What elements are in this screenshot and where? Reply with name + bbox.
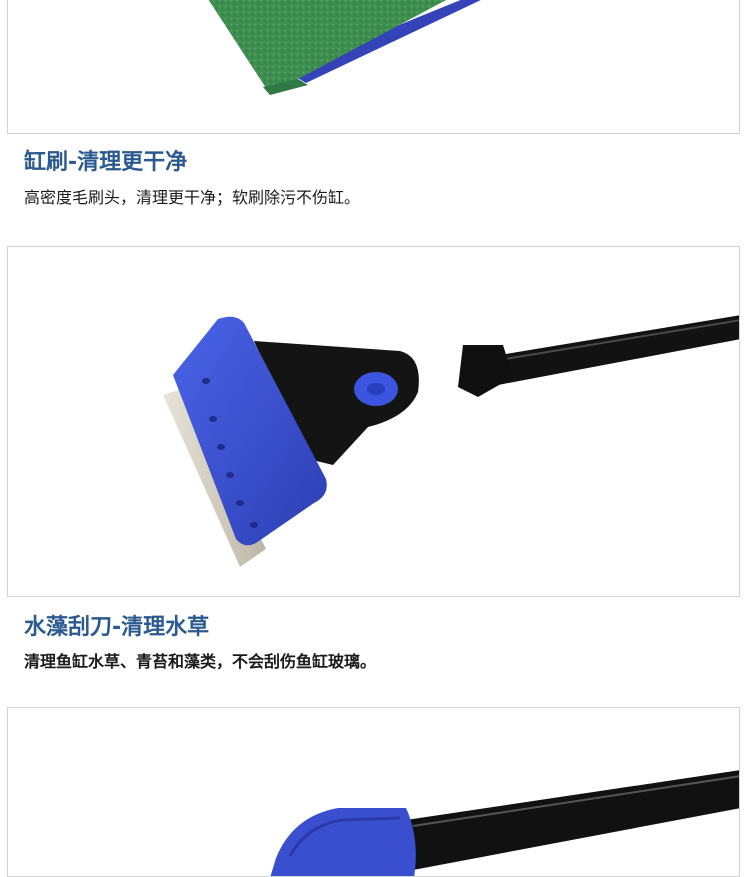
section-title-brush: 缸刷-清理更干净 xyxy=(24,150,188,175)
product-image-algae-scraper xyxy=(7,246,740,597)
algae-scraper-illustration xyxy=(163,315,739,567)
section-title-scraper: 水藻刮刀-清理水草 xyxy=(24,615,210,640)
handle-illustration xyxy=(270,770,739,876)
section-desc-scraper: 清理鱼缸水草、青苔和藻类，不会刮伤鱼缸玻璃。 xyxy=(24,652,377,671)
product-image-sponge-brush xyxy=(7,0,740,134)
product-image-handle xyxy=(7,707,740,877)
sponge-brush-illustration xyxy=(208,0,481,95)
section-desc-brush: 高密度毛刷头，清理更干净；软刷除污不伤缸。 xyxy=(24,188,361,207)
